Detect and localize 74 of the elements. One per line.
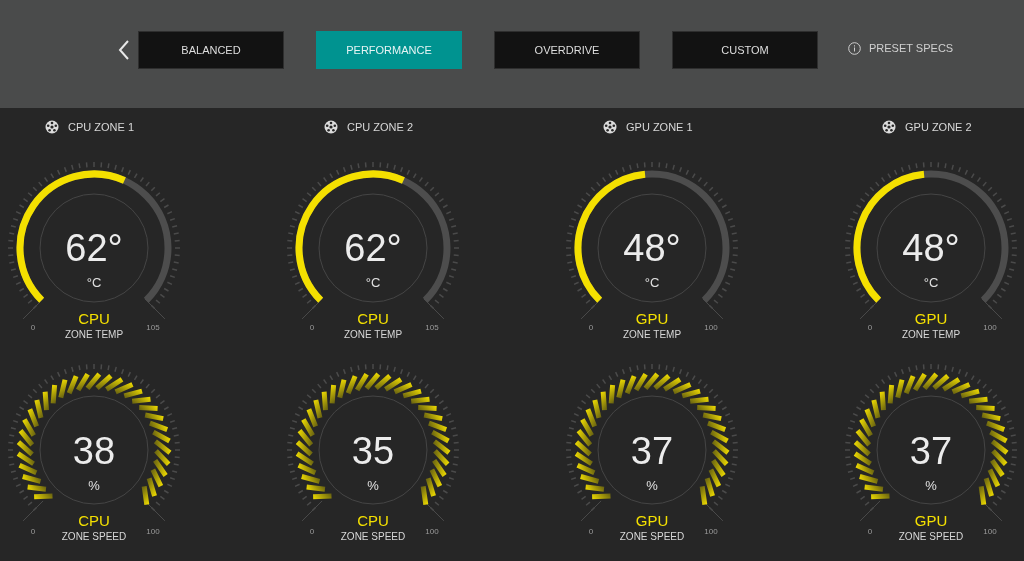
gauge-leader-line [859,298,881,320]
source-label: CPU [357,310,389,327]
scale-min: 0 [309,527,315,536]
gauge-label: ZONE SPEED [898,531,964,542]
gauge-leader-line [702,298,724,320]
gauge-leader-line [22,500,44,522]
source-label: CPU [78,310,110,327]
info-icon[interactable] [848,41,861,55]
unit-label: °C [923,275,939,290]
gauge-leader-line [144,298,166,320]
source-label: GPU [914,512,948,529]
scale-max: 100 [425,527,439,536]
fan-icon [603,120,617,134]
gauge-label: ZONE TEMP [64,329,124,340]
scale-max: 100 [983,527,997,536]
zone-title: GPU ZONE 2 [905,121,972,133]
scale-min: 0 [309,323,315,332]
zone-title: CPU ZONE 1 [68,121,134,133]
gauge-label: ZONE TEMP [343,329,403,340]
source-label: GPU [914,310,948,327]
gauge-leader-line [859,500,881,522]
unit-label: °C [644,275,660,290]
fan-icon [324,120,338,134]
unit-label: % [88,478,100,493]
temperature-value: 48° [623,227,681,269]
gauge-leader-line [580,298,602,320]
preset-specs-link[interactable]: PRESET SPECS [869,42,954,54]
scale-max: 100 [983,323,997,332]
gauge-label: ZONE SPEED [61,531,127,542]
fan-icon [45,120,59,134]
gauge-label: ZONE SPEED [619,531,685,542]
gauge-leader-line [423,298,445,320]
speed-value: 38 [72,430,116,472]
source-label: CPU [78,512,110,529]
unit-label: % [646,478,658,493]
unit-label: % [367,478,379,493]
scale-min: 0 [867,527,873,536]
scale-max: 105 [146,323,160,332]
scale-min: 0 [588,527,594,536]
preset-tab[interactable]: BALANCED [138,31,284,69]
source-label: GPU [635,310,669,327]
unit-label: °C [86,275,102,290]
source-label: GPU [635,512,669,529]
unit-label: % [925,478,937,493]
preset-tab[interactable]: OVERDRIVE [494,31,640,69]
speed-value: 37 [630,430,674,472]
speed-value: 37 [909,430,953,472]
back-chevron-icon[interactable] [118,40,130,60]
preset-tab[interactable]: CUSTOM [672,31,818,69]
scale-max: 100 [704,527,718,536]
speed-value: 35 [351,430,395,472]
gauge-leader-line [981,298,1003,320]
gauge-label: ZONE TEMP [622,329,682,340]
scale-min: 0 [588,323,594,332]
zone-title: GPU ZONE 1 [626,121,693,133]
temperature-value: 62° [344,227,402,269]
temperature-value: 62° [65,227,123,269]
scale-max: 100 [704,323,718,332]
scale-min: 0 [867,323,873,332]
unit-label: °C [365,275,381,290]
temperature-value: 48° [902,227,960,269]
scale-max: 105 [425,323,439,332]
zone-title: CPU ZONE 2 [347,121,413,133]
gauge-label: ZONE TEMP [901,329,961,340]
gauge-leader-line [301,298,323,320]
gauge-leader-line [301,500,323,522]
gauge-leader-line [580,500,602,522]
gauge-label: ZONE SPEED [340,531,406,542]
gauge-leader-line [22,298,44,320]
scale-max: 100 [146,527,160,536]
scale-min: 0 [30,323,36,332]
scale-min: 0 [30,527,36,536]
fan-icon [882,120,896,134]
source-label: CPU [357,512,389,529]
